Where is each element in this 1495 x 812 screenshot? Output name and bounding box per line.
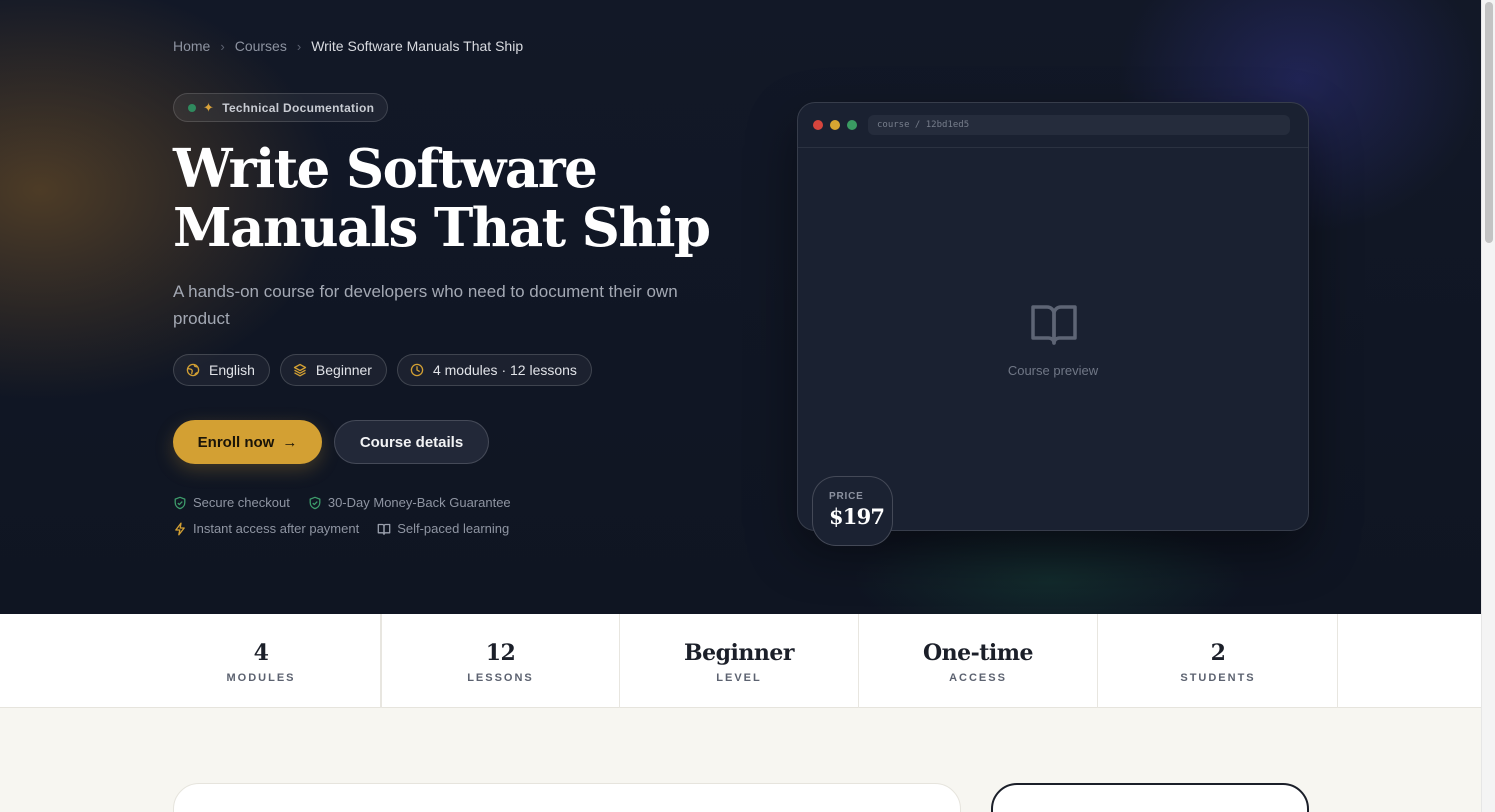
stat-label: MODULES	[226, 672, 296, 684]
stat-label: STUDENTS	[1180, 672, 1256, 684]
globe-icon	[186, 363, 200, 377]
sidebar-card	[991, 783, 1309, 812]
trust-row-2: Instant access after payment Self-paced …	[173, 521, 509, 536]
stat-value: One-time	[922, 640, 1034, 666]
shield-check-icon	[308, 496, 322, 510]
stat-label: LESSONS	[467, 672, 534, 684]
trust-secure-label: Secure checkout	[193, 495, 290, 510]
stat-value: 4	[253, 640, 269, 666]
course-preview-window: course / 12bd1ed5 Course preview	[797, 102, 1309, 531]
sparkle-icon: ✦	[203, 99, 215, 115]
language-chip: English	[173, 354, 270, 386]
structure-label: 4 modules · 12 lessons	[432, 362, 577, 378]
page-title: Write Software Manuals That Ship	[173, 138, 711, 259]
breadcrumb: Home › Courses › Write Software Manuals …	[173, 38, 523, 54]
status-dot	[188, 103, 196, 112]
price-label: PRICE	[829, 491, 864, 502]
stat-lessons: 12 LESSONS	[381, 614, 620, 708]
hero-section: Home › Courses › Write Software Manuals …	[0, 0, 1481, 614]
trust-self-paced-label: Self-paced learning	[397, 521, 510, 536]
trust-instant: Instant access after payment	[173, 521, 359, 536]
arrow-right-icon: →	[282, 433, 298, 451]
maximize-dot	[847, 120, 857, 130]
minimize-dot	[830, 120, 840, 130]
window-titlebar: course / 12bd1ed5	[798, 103, 1308, 148]
scrollbar[interactable]	[1481, 0, 1495, 812]
duration-chip: 4 modules · 12 lessons	[396, 354, 592, 386]
stats-bar: 4 MODULES 12 LESSONS Beginner LEVEL One-…	[0, 614, 1481, 708]
stat-value: 2	[1210, 640, 1226, 666]
price-value: $197	[829, 504, 885, 529]
stat-value: 12	[485, 640, 516, 666]
chevron-right-icon: ›	[296, 38, 302, 54]
lightning-icon	[173, 522, 187, 536]
scrollbar-thumb[interactable]	[1485, 2, 1493, 243]
stat-access: One-time ACCESS	[859, 614, 1098, 708]
trust-self-paced: Self-paced learning	[377, 521, 509, 536]
course-details-button[interactable]: Course details	[334, 420, 489, 464]
breadcrumb-current: Write Software Manuals That Ship	[311, 38, 524, 54]
trust-guarantee: 30-Day Money-Back Guarantee	[308, 495, 511, 510]
trust-instant-label: Instant access after payment	[193, 521, 360, 536]
content-card	[173, 783, 961, 812]
page-subtitle: A hands-on course for developers who nee…	[173, 282, 678, 328]
trust-guarantee-label: 30-Day Money-Back Guarantee	[327, 495, 511, 510]
stat-level: Beginner LEVEL	[620, 614, 859, 708]
breadcrumb-courses[interactable]: Courses	[235, 38, 287, 54]
language-label: English	[209, 362, 255, 378]
level-label: Beginner	[315, 362, 372, 378]
clock-icon	[410, 363, 424, 377]
stat-label: LEVEL	[716, 672, 762, 684]
book-open-icon	[1029, 300, 1079, 350]
stat-label: ACCESS	[949, 672, 1007, 684]
stat-modules: 4 MODULES	[142, 614, 381, 708]
enroll-label: Enroll now	[197, 433, 275, 451]
chevron-right-icon: ›	[220, 38, 225, 54]
price-badge: PRICE $197	[812, 476, 893, 546]
trust-secure: Secure checkout	[173, 495, 290, 510]
category-tag: ✦ Technical Documentation	[173, 93, 389, 122]
enroll-button[interactable]: Enroll now →	[173, 420, 322, 464]
trust-row-1: Secure checkout 30-Day Money-Back Guaran…	[173, 495, 511, 510]
close-dot	[813, 120, 823, 130]
course-meta-chips: English Beginner 4 modules · 12 lessons	[173, 354, 592, 386]
layers-icon	[293, 363, 307, 377]
book-icon	[377, 522, 391, 536]
category-label: Technical Documentation	[222, 100, 375, 115]
breadcrumb-home[interactable]: Home	[173, 38, 210, 54]
level-chip: Beginner	[279, 354, 387, 386]
shield-check-icon	[173, 496, 187, 510]
stat-students: 2 STUDENTS	[1099, 614, 1338, 708]
stat-value: Beginner	[684, 640, 794, 666]
preview-label: Course preview	[1007, 363, 1099, 378]
url-bar: course / 12bd1ed5	[868, 115, 1290, 135]
